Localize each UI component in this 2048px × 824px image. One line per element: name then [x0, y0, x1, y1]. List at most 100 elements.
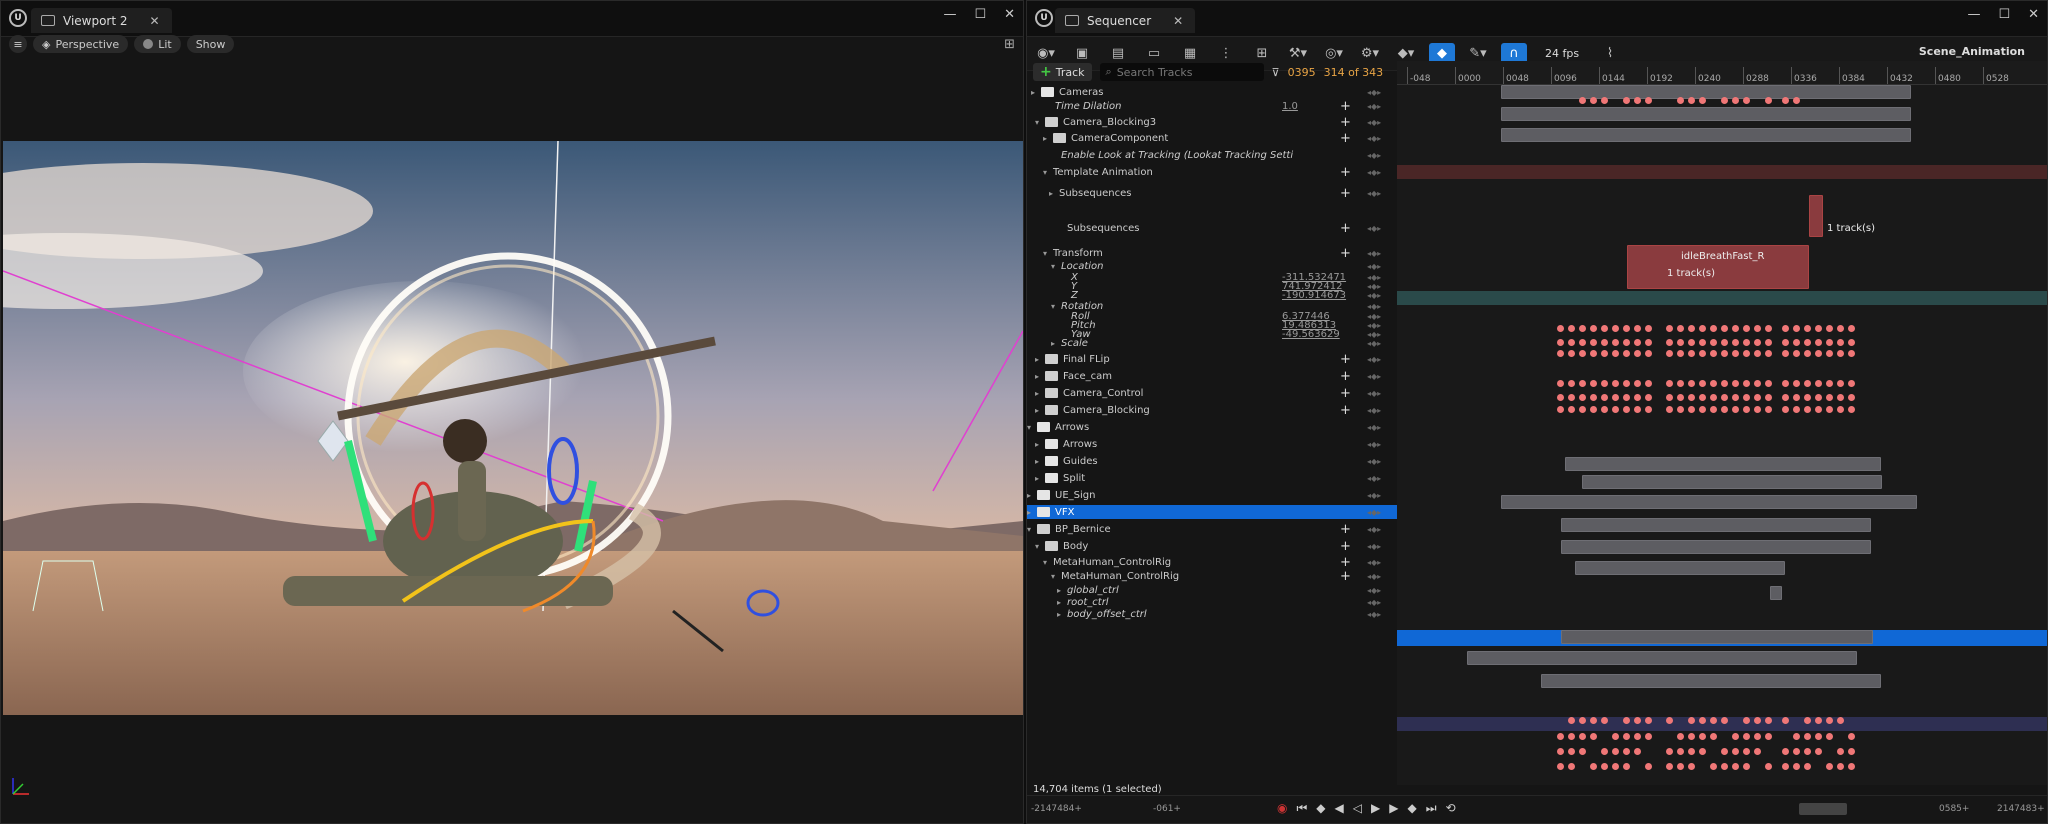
keyframe[interactable]	[1634, 325, 1641, 332]
keyframe[interactable]	[1782, 97, 1789, 104]
keyframe[interactable]	[1688, 97, 1695, 104]
keyframe[interactable]	[1677, 394, 1684, 401]
keyframe[interactable]	[1568, 380, 1575, 387]
keyframe[interactable]	[1579, 97, 1586, 104]
keyframe[interactable]	[1601, 339, 1608, 346]
keyframe[interactable]	[1826, 717, 1833, 724]
track-row[interactable]: ▸ UE_Sign ◂◆▸	[1027, 488, 1397, 502]
keyframe[interactable]	[1601, 350, 1608, 357]
expand-icon[interactable]: ▾	[1043, 249, 1053, 258]
expand-icon[interactable]: ▸	[1031, 88, 1041, 97]
keyframe[interactable]	[1677, 763, 1684, 770]
section-bar[interactable]	[1575, 561, 1785, 575]
keyframe[interactable]	[1634, 380, 1641, 387]
expand-icon[interactable]: ▸	[1035, 406, 1045, 415]
keyframe[interactable]	[1782, 763, 1789, 770]
keyframe[interactable]	[1765, 717, 1772, 724]
keyframe[interactable]	[1732, 339, 1739, 346]
keyframe[interactable]	[1677, 339, 1684, 346]
close-tab-icon[interactable]: ✕	[150, 14, 160, 28]
keyframe[interactable]	[1601, 406, 1608, 413]
track-row[interactable]: ▸ Subsequences + ◂◆▸	[1027, 186, 1397, 201]
keyframe[interactable]	[1688, 406, 1695, 413]
close-window-icon[interactable]: ✕	[2028, 7, 2039, 22]
keyframe[interactable]	[1623, 717, 1630, 724]
keyframe[interactable]	[1688, 748, 1695, 755]
keyframe[interactable]	[1815, 380, 1822, 387]
section-bar[interactable]	[1501, 495, 1917, 509]
keyframe[interactable]	[1793, 763, 1800, 770]
keyframe[interactable]	[1710, 350, 1717, 357]
keyframe[interactable]	[1793, 325, 1800, 332]
keyframe[interactable]	[1815, 748, 1822, 755]
maximize-icon[interactable]: ☐	[974, 7, 986, 22]
expand-icon[interactable]: ▸	[1035, 355, 1045, 364]
keyframe[interactable]	[1837, 394, 1844, 401]
subsequence-section[interactable]	[1809, 195, 1823, 237]
expand-icon[interactable]: ▸	[1043, 134, 1053, 143]
keyframe[interactable]	[1568, 763, 1575, 770]
keyframe[interactable]	[1765, 763, 1772, 770]
expand-icon[interactable]: ▸	[1035, 389, 1045, 398]
add-key-icon[interactable]: +	[1340, 369, 1351, 384]
keyframe[interactable]	[1612, 406, 1619, 413]
keyframe[interactable]	[1765, 380, 1772, 387]
keyframe[interactable]	[1557, 406, 1564, 413]
keyframe[interactable]	[1848, 325, 1855, 332]
keyframe[interactable]	[1645, 394, 1652, 401]
loop-icon[interactable]: ⟲	[1446, 801, 1456, 816]
keyframe[interactable]	[1837, 406, 1844, 413]
section-bar[interactable]	[1501, 128, 1911, 142]
keyframe[interactable]	[1782, 748, 1789, 755]
keyframe[interactable]	[1837, 325, 1844, 332]
keyframe[interactable]	[1826, 380, 1833, 387]
keyframe[interactable]	[1848, 394, 1855, 401]
keyframe[interactable]	[1765, 339, 1772, 346]
track-row[interactable]: ▸ Camera_Blocking + ◂◆▸	[1027, 403, 1397, 418]
keyframe[interactable]	[1721, 97, 1728, 104]
keyframe[interactable]	[1793, 350, 1800, 357]
expand-icon[interactable]: ▸	[1027, 491, 1037, 500]
fps-dropdown[interactable]: 24 fps	[1537, 47, 1587, 60]
keyframe[interactable]	[1815, 394, 1822, 401]
add-key-icon[interactable]: +	[1340, 165, 1351, 180]
keyframe[interactable]	[1754, 350, 1761, 357]
viewport-render[interactable]	[3, 141, 1023, 715]
track-row[interactable]: ▸ Guides ◂◆▸	[1027, 454, 1397, 468]
keyframe[interactable]	[1710, 763, 1717, 770]
range-end[interactable]: 2147483+	[1997, 804, 2045, 814]
keyframe[interactable]	[1590, 97, 1597, 104]
expand-icon[interactable]: ▸	[1035, 457, 1045, 466]
track-row[interactable]: ▾ Body + ◂◆▸	[1027, 539, 1397, 554]
add-key-icon[interactable]: +	[1340, 569, 1351, 584]
keyframe[interactable]	[1601, 380, 1608, 387]
keyframe[interactable]	[1826, 394, 1833, 401]
keyframe[interactable]	[1579, 406, 1586, 413]
play-reverse-icon[interactable]: ◁	[1353, 801, 1362, 816]
keyframe[interactable]	[1743, 325, 1750, 332]
expand-icon[interactable]: ▸	[1051, 339, 1061, 348]
keyframe[interactable]	[1645, 97, 1652, 104]
keyframe[interactable]	[1677, 350, 1684, 357]
track-row[interactable]: ▾ MetaHuman_ControlRig + ◂◆▸	[1027, 569, 1397, 584]
keyframe[interactable]	[1666, 717, 1673, 724]
minimize-icon[interactable]: —	[1967, 7, 1980, 22]
close-window-icon[interactable]: ✕	[1004, 7, 1015, 22]
keyframe[interactable]	[1634, 733, 1641, 740]
keyframe-nav-icon[interactable]: ◂◆▸	[1367, 118, 1381, 127]
keyframe[interactable]	[1601, 717, 1608, 724]
keyframe[interactable]	[1579, 394, 1586, 401]
keyframe[interactable]	[1721, 763, 1728, 770]
expand-icon[interactable]: ▸	[1049, 189, 1059, 198]
keyframe[interactable]	[1848, 763, 1855, 770]
keyframe[interactable]	[1601, 763, 1608, 770]
keyframe[interactable]	[1645, 380, 1652, 387]
section-bar[interactable]	[1770, 586, 1782, 600]
keyframe[interactable]	[1568, 406, 1575, 413]
keyframe[interactable]	[1666, 394, 1673, 401]
keyframe[interactable]	[1634, 406, 1641, 413]
keyframe[interactable]	[1579, 380, 1586, 387]
track-row[interactable]: ▸ body_offset_ctrl ◂◆▸	[1027, 607, 1397, 621]
keyframe[interactable]	[1677, 733, 1684, 740]
keyframe[interactable]	[1837, 339, 1844, 346]
